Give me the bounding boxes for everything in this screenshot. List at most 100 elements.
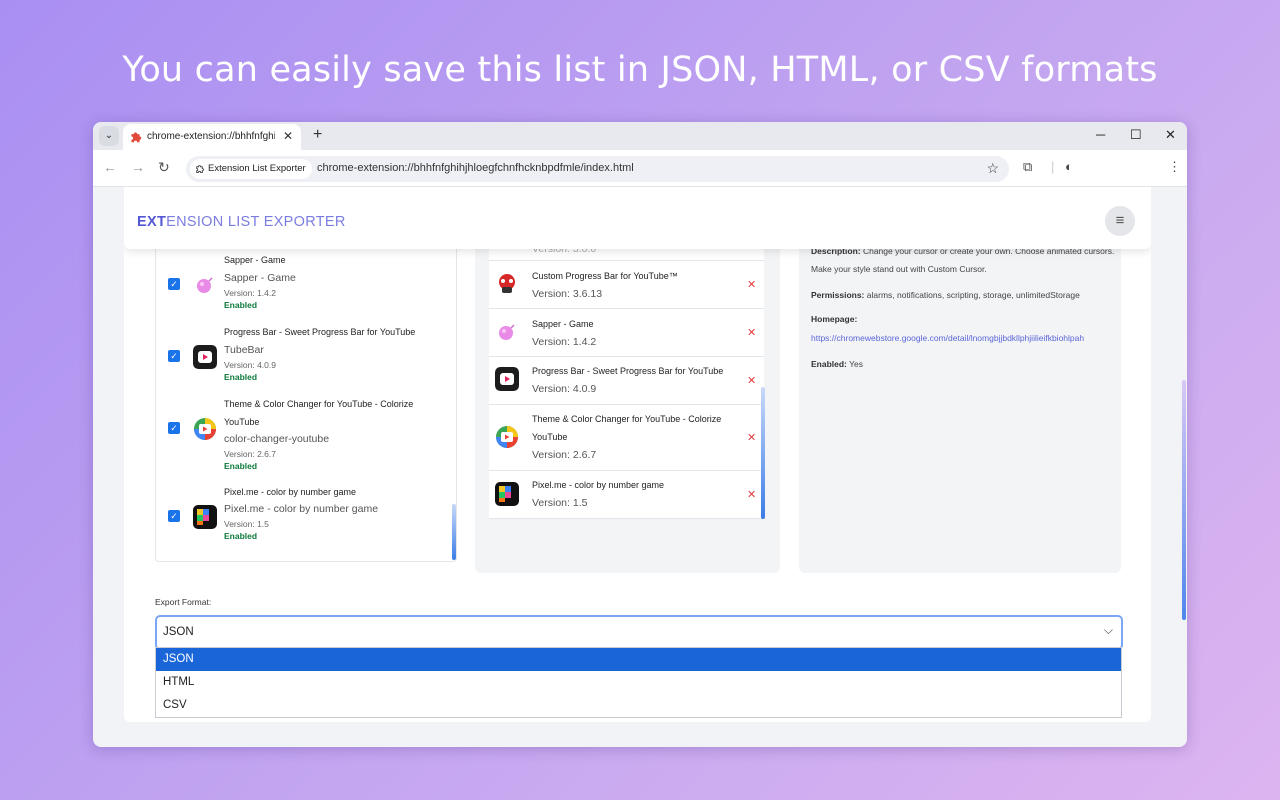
extension-version: Version: 1.4.2 — [532, 336, 597, 348]
remove-button[interactable]: ✕ — [747, 431, 756, 444]
tab-close-button[interactable]: ✕ — [283, 129, 293, 143]
chevron-down-icon: ⌄ — [104, 130, 114, 141]
close-window-button[interactable]: ✕ — [1165, 127, 1176, 143]
list-item: Sapper - Game Version: 1.4.2 ✕ — [489, 309, 764, 357]
back-icon[interactable]: ← — [103, 159, 117, 175]
tubebar-icon — [193, 345, 217, 369]
pixelme-icon — [193, 505, 217, 529]
remove-button[interactable]: ✕ — [747, 278, 756, 291]
remove-button[interactable]: ✕ — [747, 374, 756, 387]
checkbox[interactable]: ✓ — [168, 510, 180, 522]
checkbox[interactable]: ✓ — [168, 278, 180, 290]
extension-version: Version: 2.6.7 — [532, 449, 597, 461]
site-chip-label: Extension List Exporter — [208, 163, 306, 174]
permissions-field: Permissions: alarms, notifications, scri… — [811, 290, 1080, 300]
option-csv[interactable]: CSV — [156, 694, 1121, 717]
tab-search-button[interactable]: ⌄ — [99, 126, 119, 146]
headline: You can easily save this list in JSON, H… — [122, 50, 1158, 90]
browser-window: ⌄ chrome-extension://bhhfnfghihj ✕ + ─ ☐… — [93, 122, 1187, 747]
extension-version: Version: 4.0.9 — [532, 383, 597, 395]
extension-short-name: TubeBar — [224, 344, 264, 356]
profile-icon[interactable]: ◐ — [1065, 159, 1073, 174]
extension-short-name: color-changer-youtube — [224, 433, 330, 445]
tubebar-icon — [495, 367, 519, 391]
enabled-field: Enabled: Yes — [811, 359, 863, 369]
more-menu-icon[interactable]: ⋮ — [1168, 159, 1181, 175]
status-badge: Enabled — [224, 461, 258, 471]
status-badge: Enabled — [224, 372, 258, 382]
extensions-icon[interactable]: ⧉ — [1023, 159, 1032, 175]
puzzle-icon — [131, 132, 142, 143]
bomb-icon — [197, 277, 213, 293]
extension-checklist: ✓ Sapper - Game Sapper - Game Version: 1… — [155, 245, 457, 562]
bookmark-star-icon[interactable]: ☆ — [986, 160, 999, 177]
extension-name: Sapper - Game — [532, 319, 594, 329]
app-header: EXTENSION LIST EXPORTER ≡ — [124, 187, 1151, 249]
scrollbar[interactable] — [761, 387, 765, 519]
extension-name: Progress Bar - Sweet Progress Bar for Yo… — [224, 327, 416, 337]
maximize-button[interactable]: ☐ — [1130, 127, 1142, 143]
hamburger-menu-button[interactable]: ≡ — [1105, 206, 1135, 236]
mario-icon — [499, 274, 515, 293]
extension-version: Version: 2.6.7 — [224, 449, 276, 459]
extension-version: Version: 3.6.13 — [532, 288, 603, 300]
extension-version: Version: 1.5 — [224, 519, 269, 529]
list-item: Pixel.me - color by number game Version:… — [489, 471, 764, 519]
remove-button[interactable]: ✕ — [747, 488, 756, 501]
tab-title: chrome-extension://bhhfnfghihj — [147, 131, 275, 142]
colorize-icon — [194, 418, 216, 440]
puzzle-icon — [196, 165, 204, 173]
description-field: Description: Change your cursor or creat… — [811, 246, 1115, 274]
extension-name: Pixel.me - color by number game — [532, 480, 665, 490]
selected-value: JSON — [163, 626, 194, 638]
export-format-select[interactable]: JSON ⌵ — [155, 615, 1123, 650]
minimize-button[interactable]: ─ — [1096, 127, 1105, 142]
checkbox[interactable]: ✓ — [168, 350, 180, 362]
reload-icon[interactable]: ↻ — [158, 159, 170, 176]
omnibox[interactable]: Extension List Exporter chrome-extension… — [186, 156, 1009, 182]
pixelme-icon — [495, 482, 519, 506]
chevron-down-icon: ⌵ — [1103, 623, 1113, 637]
extension-version: Version: 1.4.2 — [224, 288, 276, 298]
extension-short-name: Sapper - Game — [224, 272, 296, 284]
page-scrollbar[interactable] — [1182, 380, 1186, 620]
extension-details-panel: Description: Change your cursor or creat… — [799, 245, 1121, 573]
homepage-link[interactable]: https://chromewebstore.google.com/detail… — [811, 333, 1084, 343]
url-text[interactable]: chrome-extension://bhhfnfghihjhloegfchnf… — [317, 162, 634, 174]
scrollbar[interactable] — [452, 504, 456, 560]
site-chip[interactable]: Extension List Exporter — [190, 159, 312, 179]
extension-short-name: Pixel.me - color by number game — [224, 503, 379, 515]
extension-name: Pixel.me - color by number game — [224, 487, 357, 497]
homepage-label: Homepage: — [811, 314, 858, 324]
bomb-icon — [499, 324, 515, 340]
app-title: EXTENSION LIST EXPORTER — [137, 214, 346, 230]
status-badge: Enabled — [224, 300, 258, 310]
extension-version: Version: 4.0.9 — [224, 360, 276, 370]
option-html[interactable]: HTML — [156, 671, 1121, 694]
colorize-icon — [496, 426, 518, 448]
extension-name: Theme & Color Changer for YouTube - Colo… — [532, 414, 722, 442]
extension-name: Custom Progress Bar for YouTube™ — [532, 271, 678, 281]
export-format-options: JSON HTML CSV — [155, 647, 1122, 718]
list-item: Custom Progress Bar for YouTube™ Version… — [489, 261, 764, 309]
extension-name: Theme & Color Changer for YouTube - Colo… — [224, 399, 414, 427]
active-tab[interactable]: chrome-extension://bhhfnfghihj ✕ — [123, 124, 301, 150]
status-badge: Enabled — [224, 531, 258, 541]
list-item: Progress Bar - Sweet Progress Bar for Yo… — [489, 357, 764, 405]
selected-extensions-panel: Version: 3.0.0 Custom Progress Bar for Y… — [475, 245, 780, 573]
new-tab-button[interactable]: + — [313, 126, 322, 144]
address-bar-row: ← → ↻ Extension List Exporter chrome-ext… — [93, 150, 1187, 187]
option-json[interactable]: JSON — [156, 648, 1121, 671]
forward-icon[interactable]: → — [131, 159, 145, 175]
tab-strip: ⌄ chrome-extension://bhhfnfghihj ✕ + ─ ☐… — [93, 122, 1187, 150]
toolbar-divider: | — [1051, 159, 1055, 174]
export-format-label: Export Format: — [155, 597, 212, 607]
remove-button[interactable]: ✕ — [747, 326, 756, 339]
extension-name: Progress Bar - Sweet Progress Bar for Yo… — [532, 366, 724, 376]
checkbox[interactable]: ✓ — [168, 422, 180, 434]
extension-version: Version: 1.5 — [532, 497, 588, 509]
app-page: EXTENSION LIST EXPORTER ≡ ✓ Sapper - Gam… — [124, 187, 1151, 722]
extension-name: Sapper - Game — [224, 255, 286, 265]
homepage-link-row: https://chromewebstore.google.com/detail… — [811, 329, 1121, 347]
list-item: Theme & Color Changer for YouTube - Colo… — [489, 405, 764, 471]
